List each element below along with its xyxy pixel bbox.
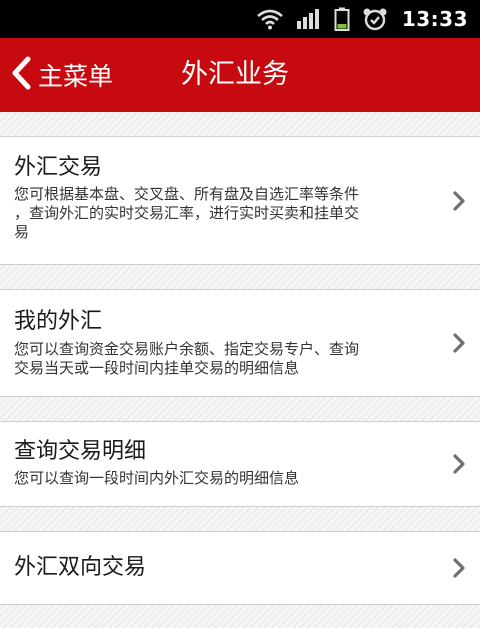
menu-item-fx-trading[interactable]: 外汇交易 您可根据基本盘、交叉盘、所有盘及自选汇率等条件 ，查询外汇的实时交易汇… <box>0 136 480 265</box>
signal-icon <box>296 8 322 30</box>
menu-item-desc-line: 交易当天或一段时间内挂单交易的明细信息 <box>14 359 300 377</box>
status-bar: 13:33 <box>0 0 480 38</box>
title-bar: 主菜单 外汇业务 <box>0 38 480 112</box>
menu-item-title: 外汇双向交易 <box>14 555 147 580</box>
battery-icon <box>334 7 350 31</box>
menu-list: 外汇交易 您可根据基本盘、交叉盘、所有盘及自选汇率等条件 ，查询外汇的实时交易汇… <box>0 112 480 605</box>
page-title: 外汇业务 <box>181 59 289 90</box>
back-button-label: 主菜单 <box>38 62 114 91</box>
back-button[interactable]: 主菜单 <box>10 38 113 112</box>
menu-item-fx-two-way[interactable]: 外汇双向交易 <box>0 531 480 605</box>
menu-item-desc: 您可根据基本盘、交叉盘、所有盘及自选汇率等条件 ，查询外汇的实时交易汇率，进行实… <box>14 185 430 242</box>
wifi-icon <box>256 8 284 30</box>
menu-item-title: 查询交易明细 <box>14 439 147 464</box>
menu-item-trade-details[interactable]: 查询交易明细 您可以查询一段时间内外汇交易的明细信息 <box>0 421 480 507</box>
menu-item-my-fx[interactable]: 我的外汇 您可以查询资金交易账户余额、指定交易专户、查询 交易当天或一段时间内挂… <box>0 289 480 397</box>
menu-item-desc: 您可以查询资金交易账户余额、指定交易专户、查询 交易当天或一段时间内挂单交易的明… <box>14 340 430 378</box>
menu-item-desc: 您可以查询一段时间内外汇交易的明细信息 <box>14 469 430 488</box>
chevron-right-icon <box>452 453 466 475</box>
alarm-icon <box>362 7 388 31</box>
menu-item-title: 外汇交易 <box>14 155 103 180</box>
chevron-right-icon <box>452 332 466 354</box>
chevron-right-icon <box>452 190 466 212</box>
menu-item-desc-line: ，查询外汇的实时交易汇率，进行实时买卖和挂单交 <box>14 204 360 222</box>
menu-item-desc-line: 您可以查询资金交易账户余额、指定交易专户、查询 <box>14 340 360 358</box>
chevron-right-icon <box>452 557 466 579</box>
menu-item-desc-line: 您可以查询一段时间内外汇交易的明细信息 <box>14 469 300 487</box>
menu-item-desc-line: 易 <box>14 223 30 241</box>
menu-item-title: 我的外汇 <box>14 309 103 334</box>
chevron-left-icon <box>10 56 32 94</box>
status-time: 13:33 <box>401 7 468 31</box>
menu-item-desc-line: 您可根据基本盘、交叉盘、所有盘及自选汇率等条件 <box>14 185 360 203</box>
